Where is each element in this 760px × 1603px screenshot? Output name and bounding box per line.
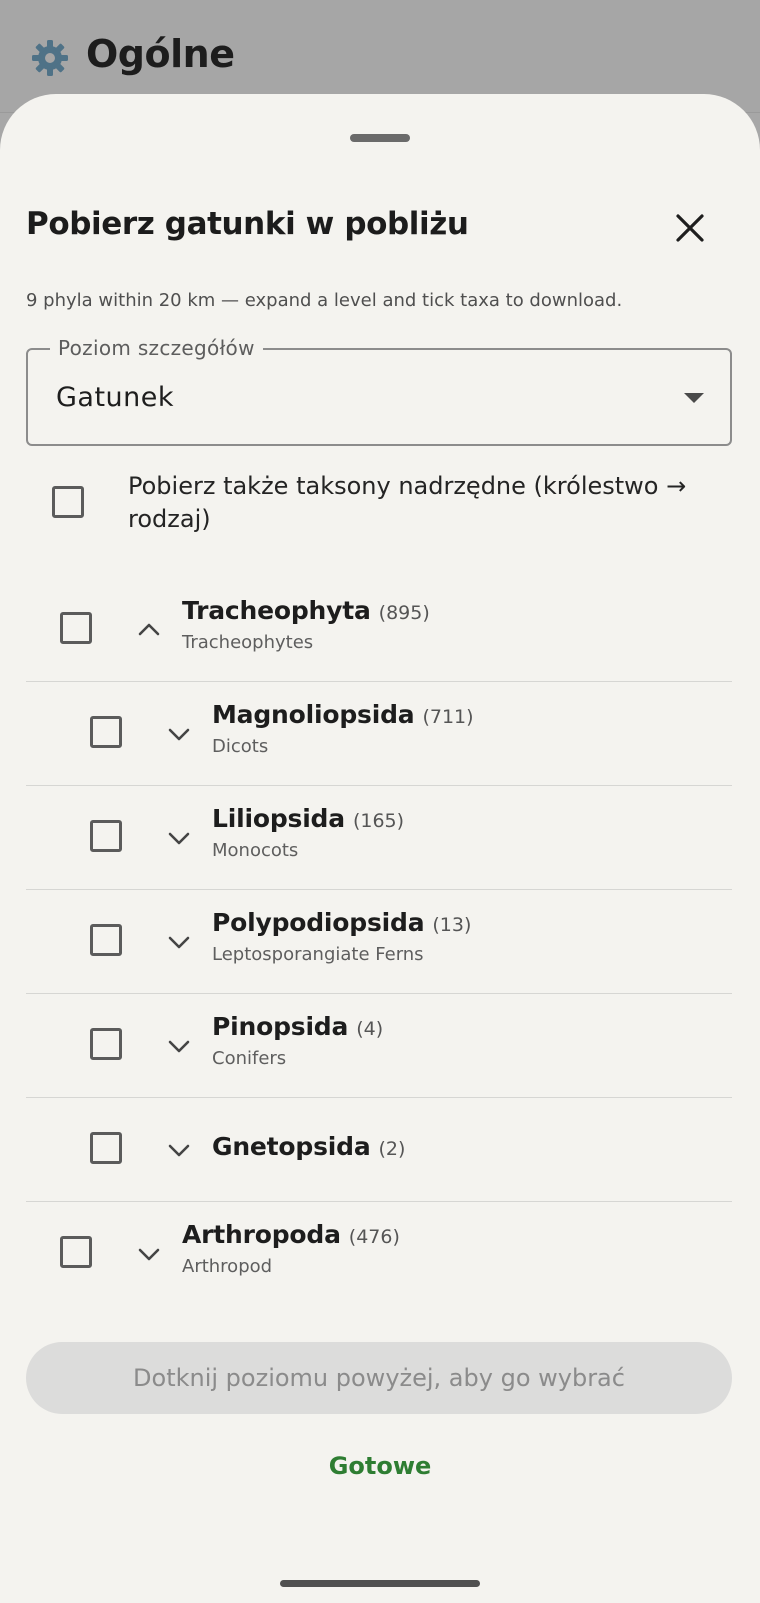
gesture-nav-bar[interactable] [280, 1580, 480, 1587]
taxon-row[interactable]: Magnoliopsida (711) Dicots [26, 682, 732, 786]
include-parents-option[interactable]: Pobierz także taksony nadrzędne (królest… [0, 470, 760, 550]
taxon-count: (165) [352, 810, 405, 832]
taxon-common-name: Dicots [212, 736, 269, 757]
detail-level-dropdown[interactable]: Poziom szczegółów Gatunek [26, 336, 732, 446]
detail-level-value: Gatunek [56, 382, 175, 413]
chevron-down-icon[interactable] [168, 728, 190, 742]
taxon-name-text: Polypodiopsida [212, 908, 425, 937]
taxon-row[interactable]: Polypodiopsida (13) Leptosporangiate Fern… [26, 890, 732, 994]
taxon-common-name: Leptosporangiate Ferns [212, 944, 424, 965]
taxon-checkbox[interactable] [90, 1028, 122, 1060]
dropdown-arrow-icon [684, 393, 704, 403]
taxon-common-name: Monocots [212, 840, 299, 861]
taxon-name-text: Liliopsida [212, 804, 345, 833]
taxon-name-text: Gnetopsida [212, 1132, 371, 1161]
detail-level-label: Poziom szczegółów [50, 336, 263, 360]
taxon-count: (13) [432, 914, 472, 936]
taxon-common-name: Conifers [212, 1048, 287, 1069]
taxon-checkbox[interactable] [90, 924, 122, 956]
close-icon[interactable] [668, 206, 712, 250]
taxon-row[interactable]: Tracheophyta (895) Tracheophytes [26, 578, 732, 682]
taxon-name-text: Magnoliopsida [212, 700, 415, 729]
chevron-down-icon[interactable] [168, 936, 190, 950]
taxon-name: Polypodiopsida (13) [212, 908, 471, 937]
taxon-name: Gnetopsida (2) [212, 1132, 405, 1161]
taxon-name: Tracheophyta (895) [182, 596, 430, 625]
taxon-row[interactable]: Liliopsida (165) Monocots [26, 786, 732, 890]
chevron-down-icon[interactable] [168, 1144, 190, 1158]
drag-handle[interactable] [350, 134, 410, 142]
done-button[interactable]: Gotowe [280, 1436, 480, 1496]
taxon-name-text: Pinopsida [212, 1012, 349, 1041]
taxon-common-name: Arthropod [182, 1256, 273, 1277]
taxon-count: (476) [348, 1226, 400, 1248]
taxon-checkbox[interactable] [60, 612, 92, 644]
taxon-row[interactable]: Pinopsida (4) Conifers [26, 994, 732, 1098]
taxon-count: (2) [378, 1138, 406, 1160]
taxon-checkbox[interactable] [60, 1236, 92, 1268]
chevron-up-icon[interactable] [138, 622, 160, 636]
page-title: Ogólne [86, 32, 235, 76]
taxon-checkbox[interactable] [90, 820, 122, 852]
chevron-down-icon[interactable] [168, 832, 190, 846]
include-parents-checkbox[interactable] [52, 486, 84, 518]
gear-icon [32, 40, 68, 76]
taxon-name-text: Arthropoda [182, 1220, 341, 1249]
taxon-count: (4) [356, 1018, 384, 1040]
download-nearby-sheet: Pobierz gatunki w pobliżu 9 phyla within… [0, 94, 760, 1603]
taxon-count: (895) [378, 602, 430, 624]
include-parents-label: Pobierz także taksony nadrzędne (królest… [128, 472, 687, 533]
chevron-down-icon[interactable] [168, 1040, 190, 1054]
taxon-checkbox[interactable] [90, 1132, 122, 1164]
taxon-name: Magnoliopsida (711) [212, 700, 474, 729]
taxon-name: Liliopsida (165) [212, 804, 404, 833]
sheet-subtitle: 9 phyla within 20 km — expand a level an… [26, 290, 623, 311]
taxon-count: (711) [422, 706, 474, 728]
taxon-common-name: Tracheophytes [182, 632, 314, 653]
sheet-title: Pobierz gatunki w pobliżu [26, 206, 469, 242]
taxon-row[interactable]: Arthropoda (476) Arthropod [26, 1202, 732, 1306]
chevron-down-icon[interactable] [138, 1248, 160, 1262]
select-level-hint-button[interactable]: Dotknij poziomu powyżej, aby go wybrać [26, 1342, 732, 1414]
taxon-name: Pinopsida (4) [212, 1012, 383, 1041]
taxon-checkbox[interactable] [90, 716, 122, 748]
taxon-name-text: Tracheophyta [182, 596, 371, 625]
taxon-name: Arthropoda (476) [182, 1220, 400, 1249]
taxon-row[interactable]: Gnetopsida (2) [26, 1098, 732, 1202]
